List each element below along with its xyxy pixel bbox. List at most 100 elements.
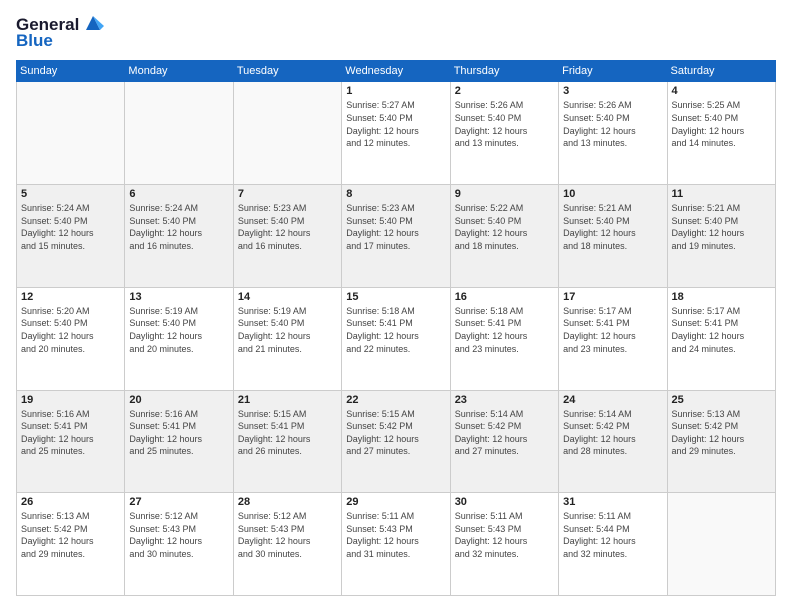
calendar-cell: 19 Sunrise: 5:16 AM Sunset: 5:41 PM Dayli… xyxy=(17,390,125,493)
calendar-cell: 10 Sunrise: 5:21 AM Sunset: 5:40 PM Dayli… xyxy=(559,185,667,288)
day-info: Sunrise: 5:23 AM Sunset: 5:40 PM Dayligh… xyxy=(346,202,445,252)
day-info: Sunrise: 5:12 AM Sunset: 5:43 PM Dayligh… xyxy=(129,510,228,560)
day-number: 17 xyxy=(563,291,662,303)
day-number: 24 xyxy=(563,394,662,406)
day-info: Sunrise: 5:16 AM Sunset: 5:41 PM Dayligh… xyxy=(129,408,228,458)
day-number: 2 xyxy=(455,85,554,97)
calendar-cell: 20 Sunrise: 5:16 AM Sunset: 5:41 PM Dayli… xyxy=(125,390,233,493)
day-number: 10 xyxy=(563,188,662,200)
day-info: Sunrise: 5:11 AM Sunset: 5:43 PM Dayligh… xyxy=(346,510,445,560)
day-number: 6 xyxy=(129,188,228,200)
day-info: Sunrise: 5:11 AM Sunset: 5:43 PM Dayligh… xyxy=(455,510,554,560)
day-number: 21 xyxy=(238,394,337,406)
calendar-cell: 22 Sunrise: 5:15 AM Sunset: 5:42 PM Dayli… xyxy=(342,390,450,493)
day-number: 19 xyxy=(21,394,120,406)
day-info: Sunrise: 5:16 AM Sunset: 5:41 PM Dayligh… xyxy=(21,408,120,458)
day-number: 5 xyxy=(21,188,120,200)
calendar-cell xyxy=(125,82,233,185)
weekday-header: Sunday xyxy=(17,61,125,82)
logo: General Blue xyxy=(16,16,104,50)
day-info: Sunrise: 5:13 AM Sunset: 5:42 PM Dayligh… xyxy=(21,510,120,560)
day-number: 31 xyxy=(563,496,662,508)
weekday-header: Tuesday xyxy=(233,61,341,82)
calendar-cell xyxy=(667,493,775,596)
day-info: Sunrise: 5:20 AM Sunset: 5:40 PM Dayligh… xyxy=(21,305,120,355)
day-number: 23 xyxy=(455,394,554,406)
day-number: 11 xyxy=(672,188,771,200)
weekday-header: Saturday xyxy=(667,61,775,82)
day-info: Sunrise: 5:18 AM Sunset: 5:41 PM Dayligh… xyxy=(346,305,445,355)
calendar-cell: 31 Sunrise: 5:11 AM Sunset: 5:44 PM Dayli… xyxy=(559,493,667,596)
calendar-cell: 3 Sunrise: 5:26 AM Sunset: 5:40 PM Daylig… xyxy=(559,82,667,185)
logo-blue: Blue xyxy=(16,32,104,51)
calendar-cell: 8 Sunrise: 5:23 AM Sunset: 5:40 PM Daylig… xyxy=(342,185,450,288)
day-number: 25 xyxy=(672,394,771,406)
calendar-cell xyxy=(233,82,341,185)
day-info: Sunrise: 5:11 AM Sunset: 5:44 PM Dayligh… xyxy=(563,510,662,560)
calendar-cell: 7Sunrise: 5:23 AM Sunset: 5:40 PM Daylig… xyxy=(233,185,341,288)
calendar-cell: 6 Sunrise: 5:24 AM Sunset: 5:40 PM Daylig… xyxy=(125,185,233,288)
day-number: 12 xyxy=(21,291,120,303)
calendar-cell: 30Sunrise: 5:11 AM Sunset: 5:43 PM Dayli… xyxy=(450,493,558,596)
day-number: 13 xyxy=(129,291,228,303)
day-number: 26 xyxy=(21,496,120,508)
calendar-cell: 16Sunrise: 5:18 AM Sunset: 5:41 PM Dayli… xyxy=(450,287,558,390)
calendar-cell: 24 Sunrise: 5:14 AM Sunset: 5:42 PM Dayli… xyxy=(559,390,667,493)
day-info: Sunrise: 5:23 AM Sunset: 5:40 PM Dayligh… xyxy=(238,202,337,252)
day-info: Sunrise: 5:14 AM Sunset: 5:42 PM Dayligh… xyxy=(563,408,662,458)
day-number: 16 xyxy=(455,291,554,303)
day-info: Sunrise: 5:24 AM Sunset: 5:40 PM Dayligh… xyxy=(129,202,228,252)
page-header: General Blue xyxy=(16,16,776,50)
calendar-cell: 14Sunrise: 5:19 AM Sunset: 5:40 PM Dayli… xyxy=(233,287,341,390)
page: General Blue SundayMondayTuesdayWednesda… xyxy=(0,0,792,612)
day-number: 9 xyxy=(455,188,554,200)
calendar-cell: 4Sunrise: 5:25 AM Sunset: 5:40 PM Daylig… xyxy=(667,82,775,185)
day-info: Sunrise: 5:13 AM Sunset: 5:42 PM Dayligh… xyxy=(672,408,771,458)
day-number: 1 xyxy=(346,85,445,97)
day-number: 8 xyxy=(346,188,445,200)
weekday-header: Thursday xyxy=(450,61,558,82)
day-number: 15 xyxy=(346,291,445,303)
day-info: Sunrise: 5:17 AM Sunset: 5:41 PM Dayligh… xyxy=(672,305,771,355)
day-info: Sunrise: 5:14 AM Sunset: 5:42 PM Dayligh… xyxy=(455,408,554,458)
day-number: 28 xyxy=(238,496,337,508)
calendar-cell: 26 Sunrise: 5:13 AM Sunset: 5:42 PM Dayli… xyxy=(17,493,125,596)
calendar-cell: 29 Sunrise: 5:11 AM Sunset: 5:43 PM Dayli… xyxy=(342,493,450,596)
calendar-cell xyxy=(17,82,125,185)
day-info: Sunrise: 5:15 AM Sunset: 5:41 PM Dayligh… xyxy=(238,408,337,458)
day-number: 18 xyxy=(672,291,771,303)
day-info: Sunrise: 5:25 AM Sunset: 5:40 PM Dayligh… xyxy=(672,99,771,149)
calendar-cell: 11 Sunrise: 5:21 AM Sunset: 5:40 PM Dayli… xyxy=(667,185,775,288)
day-number: 29 xyxy=(346,496,445,508)
calendar-cell: 9 Sunrise: 5:22 AM Sunset: 5:40 PM Daylig… xyxy=(450,185,558,288)
day-info: Sunrise: 5:15 AM Sunset: 5:42 PM Dayligh… xyxy=(346,408,445,458)
calendar-cell: 27 Sunrise: 5:12 AM Sunset: 5:43 PM Dayli… xyxy=(125,493,233,596)
day-info: Sunrise: 5:24 AM Sunset: 5:40 PM Dayligh… xyxy=(21,202,120,252)
calendar-cell: 12 Sunrise: 5:20 AM Sunset: 5:40 PM Dayli… xyxy=(17,287,125,390)
calendar-cell: 28 Sunrise: 5:12 AM Sunset: 5:43 PM Dayli… xyxy=(233,493,341,596)
day-info: Sunrise: 5:26 AM Sunset: 5:40 PM Dayligh… xyxy=(455,99,554,149)
day-number: 3 xyxy=(563,85,662,97)
calendar-cell: 1 Sunrise: 5:27 AM Sunset: 5:40 PM Daylig… xyxy=(342,82,450,185)
calendar-cell: 17 Sunrise: 5:17 AM Sunset: 5:41 PM Dayli… xyxy=(559,287,667,390)
day-info: Sunrise: 5:21 AM Sunset: 5:40 PM Dayligh… xyxy=(672,202,771,252)
calendar-cell: 13 Sunrise: 5:19 AM Sunset: 5:40 PM Dayli… xyxy=(125,287,233,390)
weekday-header: Monday xyxy=(125,61,233,82)
calendar-cell: 2 Sunrise: 5:26 AM Sunset: 5:40 PM Daylig… xyxy=(450,82,558,185)
day-number: 27 xyxy=(129,496,228,508)
day-number: 20 xyxy=(129,394,228,406)
calendar-cell: 18 Sunrise: 5:17 AM Sunset: 5:41 PM Dayli… xyxy=(667,287,775,390)
day-info: Sunrise: 5:22 AM Sunset: 5:40 PM Dayligh… xyxy=(455,202,554,252)
day-info: Sunrise: 5:19 AM Sunset: 5:40 PM Dayligh… xyxy=(129,305,228,355)
day-info: Sunrise: 5:21 AM Sunset: 5:40 PM Dayligh… xyxy=(563,202,662,252)
day-number: 22 xyxy=(346,394,445,406)
weekday-header: Wednesday xyxy=(342,61,450,82)
day-info: Sunrise: 5:12 AM Sunset: 5:43 PM Dayligh… xyxy=(238,510,337,560)
weekday-header: Friday xyxy=(559,61,667,82)
calendar-cell: 23 Sunrise: 5:14 AM Sunset: 5:42 PM Dayli… xyxy=(450,390,558,493)
day-info: Sunrise: 5:27 AM Sunset: 5:40 PM Dayligh… xyxy=(346,99,445,149)
calendar-cell: 15 Sunrise: 5:18 AM Sunset: 5:41 PM Dayli… xyxy=(342,287,450,390)
day-number: 14 xyxy=(238,291,337,303)
day-info: Sunrise: 5:17 AM Sunset: 5:41 PM Dayligh… xyxy=(563,305,662,355)
day-info: Sunrise: 5:26 AM Sunset: 5:40 PM Dayligh… xyxy=(563,99,662,149)
